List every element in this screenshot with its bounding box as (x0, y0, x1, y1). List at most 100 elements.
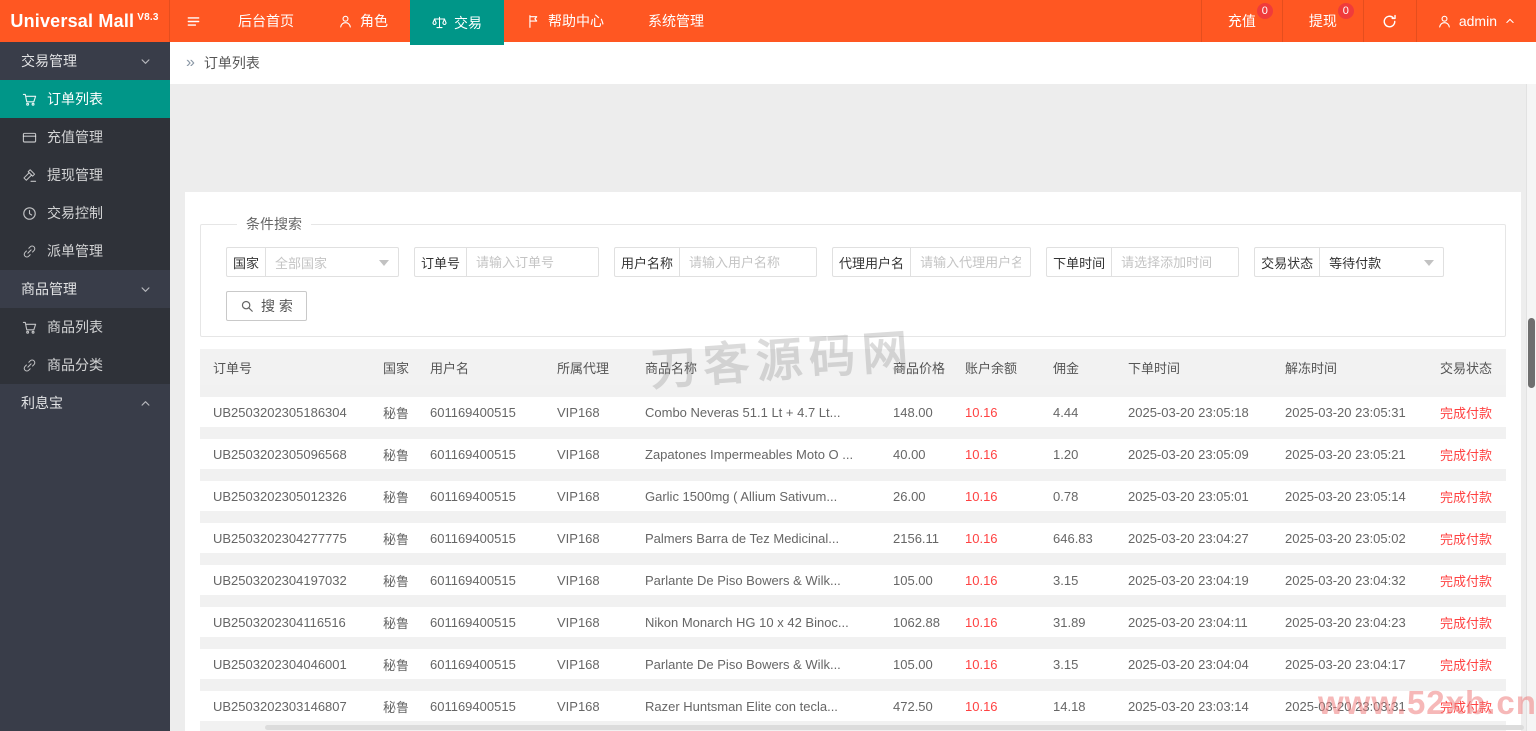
table-cell: 10.16 (952, 607, 1040, 637)
table-row: UB2503202304277775 秘鲁 601169400515 VIP168 Pa… (200, 523, 1506, 553)
sidebar-item-6[interactable]: 派单管理 (0, 232, 170, 270)
table-cell: VIP168 (544, 397, 632, 427)
user-menu[interactable]: admin (1417, 0, 1536, 42)
table-cell: 2025-03-20 23:04:23 (1272, 607, 1427, 637)
table-cell: VIP168 (544, 607, 632, 637)
top-nav-item-4[interactable]: 帮助中心 (504, 0, 626, 42)
table-cell: 10.16 (952, 691, 1040, 721)
chevron-down-icon (139, 55, 152, 68)
top-nav-item-5[interactable]: 系统管理 (626, 0, 726, 42)
table-cell: 2025-03-20 23:04:17 (1272, 649, 1427, 679)
table-cell: VIP168 (544, 481, 632, 511)
trade-status-select[interactable]: 等待付款 (1320, 247, 1445, 277)
table-row: UB2503202303146807 秘鲁 601169400515 VIP168 Ra… (200, 691, 1506, 721)
table-cell: 646.83 (1040, 523, 1115, 553)
table-cell: 26.00 (880, 481, 952, 511)
search-icon (240, 299, 254, 313)
table-cell: Nikon Monarch HG 10 x 42 Binoc... (632, 607, 880, 637)
table-cell: VIP168 (544, 523, 632, 553)
topbar-right: 充值 0 提现 0 admin (1200, 0, 1536, 42)
sidebar-item-1[interactable]: 交易管理 (0, 42, 170, 80)
sidebar-item-2[interactable]: 订单列表 (0, 80, 170, 118)
table-cell: UB2503202303146807 (200, 691, 370, 721)
column-header: 账户余额 (952, 349, 1040, 385)
sidebar-item-8[interactable]: 商品列表 (0, 308, 170, 346)
card-icon (22, 130, 37, 145)
table-cell: 2025-03-20 23:05:18 (1115, 397, 1272, 427)
caret-down-icon (379, 259, 390, 271)
top-nav-item-2[interactable]: 角色 (316, 0, 410, 42)
sidebar-item-9[interactable]: 商品分类 (0, 346, 170, 384)
orders-table-wrap: 订单号 国家 用户名 所属代理 商品名称 商品价格 账户余额 佣金 下单时间 解冻时间 交易状态 UB… (200, 349, 1506, 731)
withdraw-button[interactable]: 提现 0 (1283, 0, 1363, 42)
table-cell: 秘鲁 (370, 565, 417, 595)
top-nav-item-1[interactable]: 后台首页 (216, 0, 316, 42)
sidebar-item-10[interactable]: 利息宝 (0, 384, 170, 422)
search-button[interactable]: 搜 索 (226, 291, 307, 321)
column-header: 所属代理 (544, 349, 632, 385)
filter-group-3: 用户名称 (614, 247, 818, 277)
hamburger-icon (186, 14, 201, 29)
table-cell: 2025-03-20 23:03:14 (1115, 691, 1272, 721)
username-input[interactable] (680, 249, 817, 275)
column-header: 商品名称 (632, 349, 880, 385)
table-cell: 31.89 (1040, 607, 1115, 637)
menu-collapse-button[interactable] (170, 0, 216, 42)
top-nav-label: 角色 (360, 13, 388, 29)
column-header: 解冻时间 (1272, 349, 1427, 385)
table-cell: UB2503202305186304 (200, 397, 370, 427)
table-cell: 14.18 (1040, 691, 1115, 721)
person-icon (338, 14, 353, 29)
table-cell: 完成付款 (1427, 565, 1506, 595)
sidebar-item-5[interactable]: 交易控制 (0, 194, 170, 232)
table-cell: 601169400515 (417, 565, 544, 595)
withdraw-badge: 0 (1337, 3, 1354, 19)
sidebar-item-4[interactable]: 提现管理 (0, 156, 170, 194)
top-nav-label: 交易 (454, 14, 482, 31)
select-value-wrap: 等待付款 (1320, 253, 1443, 272)
table-cell: UB2503202305012326 (200, 481, 370, 511)
recharge-label: 充值 (1227, 13, 1256, 29)
filter-group-1: 国家 全部国家 (226, 247, 400, 277)
table-cell: Palmers Barra de Tez Medicinal... (632, 523, 880, 553)
caret-down-icon (1424, 259, 1435, 271)
flag-icon (526, 14, 541, 29)
sidebar-item-label: 商品管理 (21, 281, 77, 297)
vertical-scrollbar[interactable] (1526, 84, 1536, 731)
sidebar-item-3[interactable]: 充值管理 (0, 118, 170, 156)
table-cell: VIP168 (544, 439, 632, 469)
content-card: 条件搜索 国家全部国家订单号用户名称代理用户名下单时间交易状态等待付款 搜 索 … (185, 192, 1521, 731)
search-button-label: 搜 索 (261, 298, 293, 314)
table-cell: 秘鲁 (370, 691, 417, 721)
vertical-scrollbar-thumb[interactable] (1528, 318, 1535, 388)
column-header: 交易状态 (1427, 349, 1506, 385)
refresh-button[interactable] (1364, 0, 1416, 42)
select-value: 等待付款 (1329, 255, 1382, 271)
brand-logo: Universal Mall V8.3 (0, 0, 170, 42)
filter-label: 国家 (226, 247, 267, 277)
sidebar-item-7[interactable]: 商品管理 (0, 270, 170, 308)
order-no-input[interactable] (467, 249, 599, 275)
table-cell: Razer Huntsman Elite con tecla... (632, 691, 880, 721)
table-cell: 601169400515 (417, 691, 544, 721)
order-no-input-wrap (467, 247, 600, 277)
top-nav-item-3[interactable]: 交易 (410, 0, 504, 45)
table-cell: 40.00 (880, 439, 952, 469)
table-cell: 10.16 (952, 439, 1040, 469)
recharge-button[interactable]: 充值 0 (1202, 0, 1282, 42)
table-cell: 2025-03-20 23:05:09 (1115, 439, 1272, 469)
table-cell: 10.16 (952, 565, 1040, 595)
table-row: UB2503202305186304 秘鲁 601169400515 VIP168 Co… (200, 397, 1506, 427)
order-time-input[interactable] (1112, 249, 1239, 275)
horizontal-scrollbar-thumb[interactable] (265, 725, 1524, 730)
agent-username-input[interactable] (911, 249, 1031, 275)
filter-group-6: 交易状态 等待付款 (1254, 247, 1445, 277)
table-cell: 601169400515 (417, 397, 544, 427)
table-row: UB2503202304116516 秘鲁 601169400515 VIP168 Ni… (200, 607, 1506, 637)
country-select[interactable]: 全部国家 (266, 247, 400, 277)
table-header-row: 订单号 国家 用户名 所属代理 商品名称 商品价格 账户余额 佣金 下单时间 解冻时间 交易状态 (200, 349, 1506, 385)
table-row: UB2503202305096568 秘鲁 601169400515 VIP168 Za… (200, 439, 1506, 469)
filter-group-2: 订单号 (414, 247, 600, 277)
filter-label: 下单时间 (1046, 247, 1113, 277)
order-time-input-wrap (1112, 247, 1240, 277)
